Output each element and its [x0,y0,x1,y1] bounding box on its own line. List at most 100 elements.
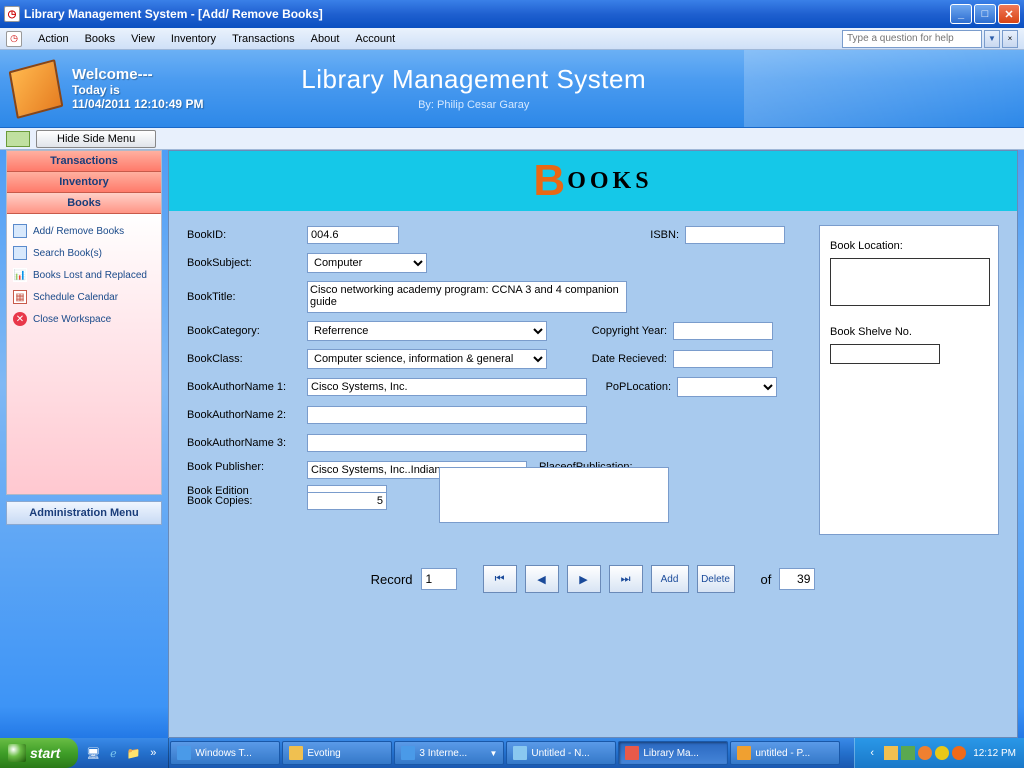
tray-icon[interactable] [884,746,898,760]
chevron-right-icon[interactable]: » [144,744,162,762]
sidebar-item-label: Search Book(s) [33,248,102,259]
title-input[interactable]: Cisco networking academy program: CCNA 3… [307,281,627,313]
start-label: start [30,745,60,761]
location-box[interactable] [830,258,990,306]
tray-icon[interactable] [901,746,915,760]
record-current-input[interactable] [421,568,457,590]
add-button[interactable]: Add [651,565,689,593]
maximize-button[interactable]: □ [974,4,996,24]
nav-prev-button[interactable]: ◀ [525,565,559,593]
taskbar-item[interactable]: 3 Interne...▼ [394,741,504,765]
sidebar-item-label: Close Workspace [33,314,111,325]
sidebar-item-calendar[interactable]: ▦ Schedule Calendar [11,286,157,308]
hide-side-menu-button[interactable]: Hide Side Menu [36,130,156,148]
ie-icon[interactable]: ℯ [104,744,122,762]
sidebar-item-search[interactable]: Search Book(s) [11,242,157,264]
help-search-input[interactable] [842,30,982,48]
pop-textarea[interactable] [439,467,669,523]
menu-books[interactable]: Books [77,31,124,47]
datetime-text: 11/04/2011 12:10:49 PM [72,97,203,111]
isbn-input[interactable] [685,226,785,244]
label-category: BookCategory: [187,325,307,337]
record-navigator: Record ⏮ ◀ ▶ ⏭ Add Delete of [169,549,1017,609]
tray-icon[interactable] [935,746,949,760]
books-header-b: B [533,156,565,206]
sidebar-item-label: Books Lost and Replaced [33,270,147,281]
book-logo-icon [8,61,64,117]
sidebar-item-lost[interactable]: 📊 Books Lost and Replaced [11,264,157,286]
taskbar-item[interactable]: Windows T... [170,741,280,765]
nav-last-button[interactable]: ⏭ [609,565,643,593]
nav-next-button[interactable]: ▶ [567,565,601,593]
nav-first-button[interactable]: ⏮ [483,565,517,593]
menu-action[interactable]: Action [30,31,77,47]
label-subject: BookSubject: [187,257,307,269]
app-banner: Welcome--- Today is 11/04/2011 12:10:49 … [0,50,1024,128]
label-class: BookClass: [187,353,307,365]
class-select[interactable]: Computer science, information & general [307,349,547,369]
help-dropdown-button[interactable]: ▼ [984,30,1000,48]
toggle-bar: Hide Side Menu [0,128,1024,150]
clock: 12:12 PM [973,748,1016,759]
mdi-close-button[interactable]: × [1002,30,1018,48]
label-isbn: ISBN: [579,229,679,241]
category-select[interactable]: Referrence [307,321,547,341]
start-button[interactable]: start [0,738,78,768]
quick-launch: 🖥 ℯ 📁 » [78,738,169,768]
taskbar-item-active[interactable]: Library Ma... [618,741,728,765]
app-icon: ◷ [4,6,20,22]
menu-inventory[interactable]: Inventory [163,31,224,47]
menu-about[interactable]: About [303,31,348,47]
menu-account[interactable]: Account [347,31,403,47]
close-button[interactable]: ✕ [998,4,1020,24]
taskbar: start 🖥 ℯ 📁 » Windows T... Evoting 3 Int… [0,738,1024,768]
sidebar-tab-inventory[interactable]: Inventory [7,172,161,193]
delete-button[interactable]: Delete [697,565,735,593]
books-panel-header: B OOKS [169,151,1017,211]
taskbar-item[interactable]: untitled - P... [730,741,840,765]
windows-logo-icon [8,744,26,762]
desktop-icon[interactable]: 🖥 [84,744,102,762]
book-icon [13,224,27,238]
bookid-input[interactable] [307,226,399,244]
author3-input[interactable] [307,434,587,452]
poploc-select[interactable] [677,377,777,397]
label-location: Book Location: [830,240,988,252]
close-icon: ✕ [13,312,27,326]
system-tray: ‹ 12:12 PM [854,738,1024,768]
explorer-icon[interactable]: 📁 [124,744,142,762]
sidebar-item-close[interactable]: ✕ Close Workspace [11,308,157,330]
sidebar-tab-transactions[interactable]: Transactions [7,151,161,172]
taskbar-item[interactable]: Evoting [282,741,392,765]
subject-select[interactable]: Computer [307,253,427,273]
book-icon [13,246,27,260]
sidebar: Transactions Inventory Books Add/ Remove… [6,150,162,738]
sidebar-tab-books[interactable]: Books [7,193,161,214]
author2-input[interactable] [307,406,587,424]
record-label: Record [371,572,413,587]
sidebar-tab-administration[interactable]: Administration Menu [6,501,162,525]
menu-view[interactable]: View [123,31,163,47]
tray-icon[interactable] [952,746,966,760]
received-input[interactable] [673,350,773,368]
today-label: Today is [72,83,203,97]
sidebar-item-addremove[interactable]: Add/ Remove Books [11,220,157,242]
chevron-left-icon[interactable]: ‹ [863,744,881,762]
label-poploc: PoPLocation: [591,381,671,393]
label-author3: BookAuthorName 3: [187,437,307,449]
author1-input[interactable] [307,378,587,396]
window-title: Library Management System - [Add/ Remove… [24,7,950,21]
taskbar-item[interactable]: Untitled - N... [506,741,616,765]
copyright-input[interactable] [673,322,773,340]
of-label: of [761,572,772,587]
menubar: ◷ Action Books View Inventory Transactio… [0,28,1024,50]
shelve-input[interactable] [830,344,940,364]
label-copyright: Copyright Year: [567,325,667,337]
tray-icon[interactable] [918,746,932,760]
copies-input[interactable] [307,492,387,510]
welcome-text: Welcome--- [72,66,203,83]
minimize-button[interactable]: _ [950,4,972,24]
record-total [779,568,815,590]
label-bookid: BookID: [187,229,307,241]
menu-transactions[interactable]: Transactions [224,31,303,47]
